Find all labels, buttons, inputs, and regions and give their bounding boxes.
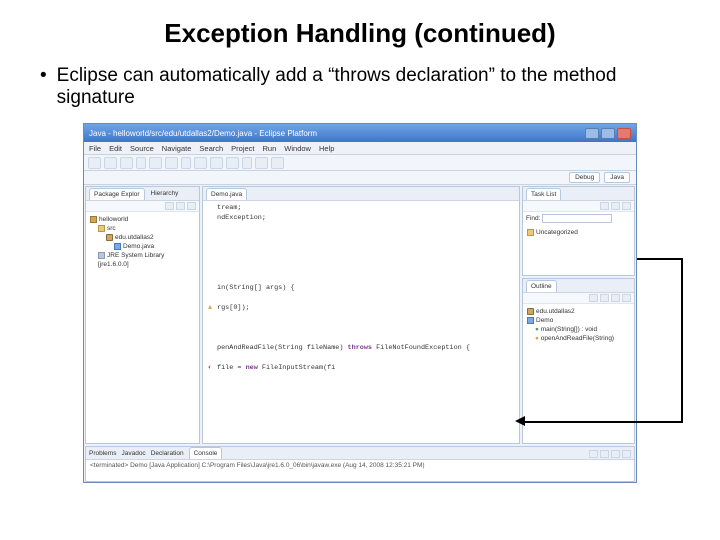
view-toolbar-btn[interactable]: [622, 202, 631, 210]
menu-run[interactable]: Run: [263, 144, 277, 153]
tree-src[interactable]: src: [90, 224, 195, 233]
outline-method[interactable]: ● main(String[]) : void: [527, 325, 630, 334]
tab-package-explorer[interactable]: Package Explor: [89, 188, 145, 200]
task-list-panel: Task List Find: Uncategorized: [522, 186, 635, 276]
outline-panel: Outline edu.utdallas2 Demo ● main(String…: [522, 278, 635, 444]
tab-task-list[interactable]: Task List: [526, 188, 561, 200]
tree-project[interactable]: helloworld: [90, 215, 195, 224]
menu-source[interactable]: Source: [130, 144, 154, 153]
view-toolbar-btn[interactable]: [622, 294, 631, 302]
tab-problems[interactable]: Problems: [89, 450, 116, 457]
project-icon: [90, 216, 97, 223]
minimize-button[interactable]: [585, 128, 599, 139]
tab-console[interactable]: Console: [189, 447, 223, 459]
menu-window[interactable]: Window: [284, 144, 311, 153]
view-toolbar-btn[interactable]: [589, 294, 598, 302]
tab-outline[interactable]: Outline: [526, 280, 557, 292]
console-toolbar-btn[interactable]: [589, 450, 598, 458]
menu-file[interactable]: File: [89, 144, 101, 153]
toolbar-button[interactable]: [226, 157, 239, 169]
console-output[interactable]: <terminated> Demo [Java Application] C:\…: [86, 460, 634, 471]
menu-search[interactable]: Search: [199, 144, 223, 153]
close-button[interactable]: [617, 128, 631, 139]
console-panel: Problems Javadoc Declaration Console <te…: [85, 446, 635, 482]
toolbar-button[interactable]: [120, 157, 133, 169]
tree-file[interactable]: Demo.java: [90, 242, 195, 251]
editor-panel: Demo.java tream; ndException; in(String[…: [202, 186, 520, 444]
perspective-java[interactable]: Java: [604, 172, 630, 183]
editor-tab[interactable]: Demo.java: [206, 188, 247, 200]
tab-declaration[interactable]: Declaration: [151, 450, 184, 457]
outline-method[interactable]: ● openAndReadFile(String): [527, 334, 630, 343]
callout-line: [637, 258, 681, 260]
perspective-bar: Debug Java: [84, 171, 636, 185]
outline-class[interactable]: Demo: [527, 316, 630, 325]
warning-marker-icon[interactable]: ▲: [203, 303, 217, 313]
slide-title: Exception Handling (continued): [0, 18, 720, 49]
console-toolbar-btn[interactable]: [600, 450, 609, 458]
toolbar-button[interactable]: [181, 157, 191, 169]
toolbar-button[interactable]: [104, 157, 117, 169]
view-toolbar-btn[interactable]: [611, 294, 620, 302]
code-editor[interactable]: tream; ndException; in(String[] args) { …: [203, 201, 519, 443]
menu-bar: File Edit Source Navigate Search Project…: [84, 142, 636, 155]
console-toolbar-btn[interactable]: [611, 450, 620, 458]
tab-hierarchy[interactable]: Hierarchy: [151, 190, 179, 197]
toolbar-button[interactable]: [194, 157, 207, 169]
task-find-input[interactable]: [542, 214, 612, 223]
toolbar-button[interactable]: [271, 157, 284, 169]
console-toolbar-btn[interactable]: [622, 450, 631, 458]
toolbar: [84, 155, 636, 171]
tree-jre[interactable]: JRE System Library [jre1.6.0.0]: [90, 251, 195, 269]
window-title: Java - helloworld/src/edu/utdallas2/Demo…: [89, 129, 317, 138]
toolbar-button[interactable]: [136, 157, 146, 169]
window-titlebar[interactable]: Java - helloworld/src/edu/utdallas2/Demo…: [84, 124, 636, 142]
view-toolbar-btn[interactable]: [600, 294, 609, 302]
callout-line: [681, 258, 683, 421]
outline-package[interactable]: edu.utdallas2: [527, 307, 630, 316]
menu-help[interactable]: Help: [319, 144, 334, 153]
class-icon: [527, 317, 534, 324]
library-icon: [98, 252, 105, 259]
view-toolbar-btn[interactable]: [611, 202, 620, 210]
folder-icon: [527, 229, 534, 236]
project-tree[interactable]: helloworld src edu.utdallas2 Demo.java J…: [86, 212, 199, 272]
perspective-debug[interactable]: Debug: [569, 172, 600, 183]
java-file-icon: [114, 243, 121, 250]
view-toolbar-btn[interactable]: [187, 202, 196, 210]
toolbar-button[interactable]: [149, 157, 162, 169]
toolbar-button[interactable]: [88, 157, 101, 169]
callout-arrowhead-icon: [515, 416, 525, 426]
tab-javadoc[interactable]: Javadoc: [121, 450, 145, 457]
bullet-item: Eclipse can automatically add a “throws …: [40, 65, 680, 109]
menu-navigate[interactable]: Navigate: [162, 144, 192, 153]
task-category[interactable]: Uncategorized: [527, 228, 630, 237]
menu-project[interactable]: Project: [231, 144, 254, 153]
view-toolbar-btn[interactable]: [600, 202, 609, 210]
eclipse-window: Java - helloworld/src/edu/utdallas2/Demo…: [83, 123, 637, 483]
package-icon: [527, 308, 534, 315]
tree-package[interactable]: edu.utdallas2: [90, 233, 195, 242]
package-explorer-panel: Package Explor Hierarchy helloworld src …: [85, 186, 200, 444]
toolbar-button[interactable]: [165, 157, 178, 169]
toolbar-button[interactable]: [255, 157, 268, 169]
view-toolbar-btn[interactable]: [165, 202, 174, 210]
menu-edit[interactable]: Edit: [109, 144, 122, 153]
folder-icon: [98, 225, 105, 232]
toolbar-button[interactable]: [242, 157, 252, 169]
package-icon: [106, 234, 113, 241]
view-toolbar-btn[interactable]: [176, 202, 185, 210]
toolbar-button[interactable]: [210, 157, 223, 169]
quickfix-bulb-icon[interactable]: ◐: [203, 363, 217, 373]
maximize-button[interactable]: [601, 128, 615, 139]
find-label: Find:: [526, 215, 540, 222]
